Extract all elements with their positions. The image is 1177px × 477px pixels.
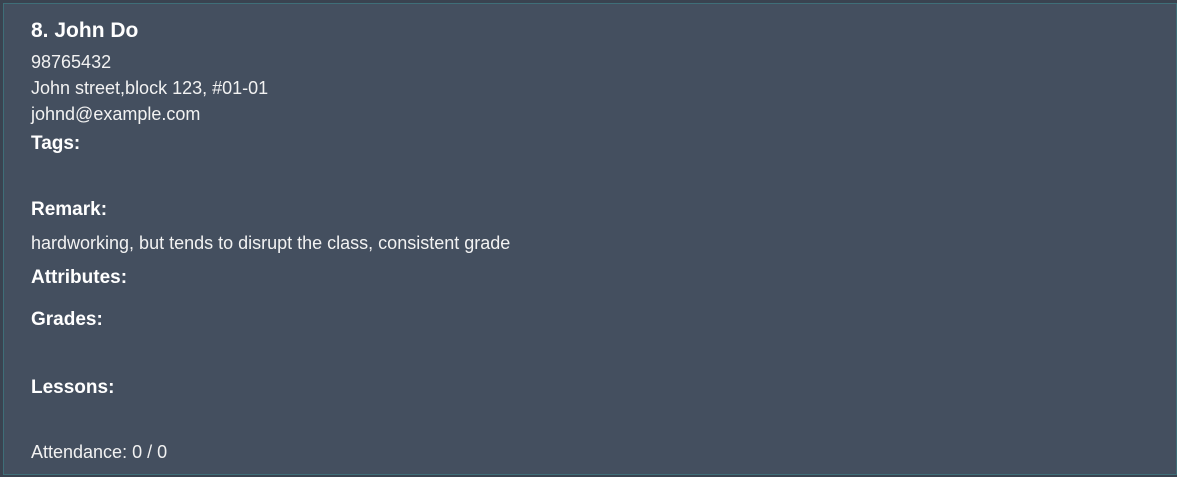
person-name-heading: 8. John Do bbox=[31, 19, 138, 43]
remark-text: hardworking, but tends to disrupt the cl… bbox=[31, 233, 511, 253]
remark-label: Remark: bbox=[31, 199, 108, 220]
grades-label: Grades: bbox=[31, 309, 103, 330]
tags-label: Tags: bbox=[31, 133, 81, 154]
address-text: John street,block 123, #01-01 bbox=[31, 78, 269, 98]
phone-text: 98765432 bbox=[31, 52, 112, 72]
attendance-text: Attendance: 0 / 0 bbox=[31, 442, 168, 462]
email-text: johnd@example.com bbox=[31, 104, 201, 124]
person-card[interactable]: 8. John Do 98765432 John street,block 12… bbox=[3, 3, 1177, 475]
attributes-label: Attributes: bbox=[31, 267, 128, 288]
person-index: 8. bbox=[31, 19, 49, 42]
lessons-label: Lessons: bbox=[31, 377, 115, 398]
person-name: John Do bbox=[54, 19, 139, 42]
